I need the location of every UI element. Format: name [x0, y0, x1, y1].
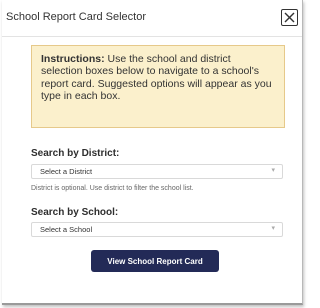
school-select[interactable]: Select a School ▾: [31, 222, 283, 237]
district-select[interactable]: Select a District ▾: [31, 164, 283, 179]
district-label: Search by District:: [31, 148, 120, 159]
instructions-box: Instructions: Use the school and distric…: [31, 45, 285, 128]
close-icon: [284, 12, 295, 23]
school-select-value: Select a School: [40, 225, 93, 234]
dialog-header: School Report Card Selector: [2, 0, 302, 37]
district-select-value: Select a District: [40, 167, 93, 176]
chevron-down-icon: ▾: [271, 167, 275, 174]
close-button[interactable]: [281, 9, 298, 26]
view-report-card-button[interactable]: View School Report Card: [91, 250, 219, 272]
dialog-title: School Report Card Selector: [6, 11, 147, 23]
school-label: Search by School:: [31, 207, 119, 218]
instructions-heading: Instructions:: [41, 53, 105, 65]
chevron-down-icon: ▾: [271, 225, 275, 232]
district-help-text: District is optional. Use district to fi…: [31, 185, 194, 192]
